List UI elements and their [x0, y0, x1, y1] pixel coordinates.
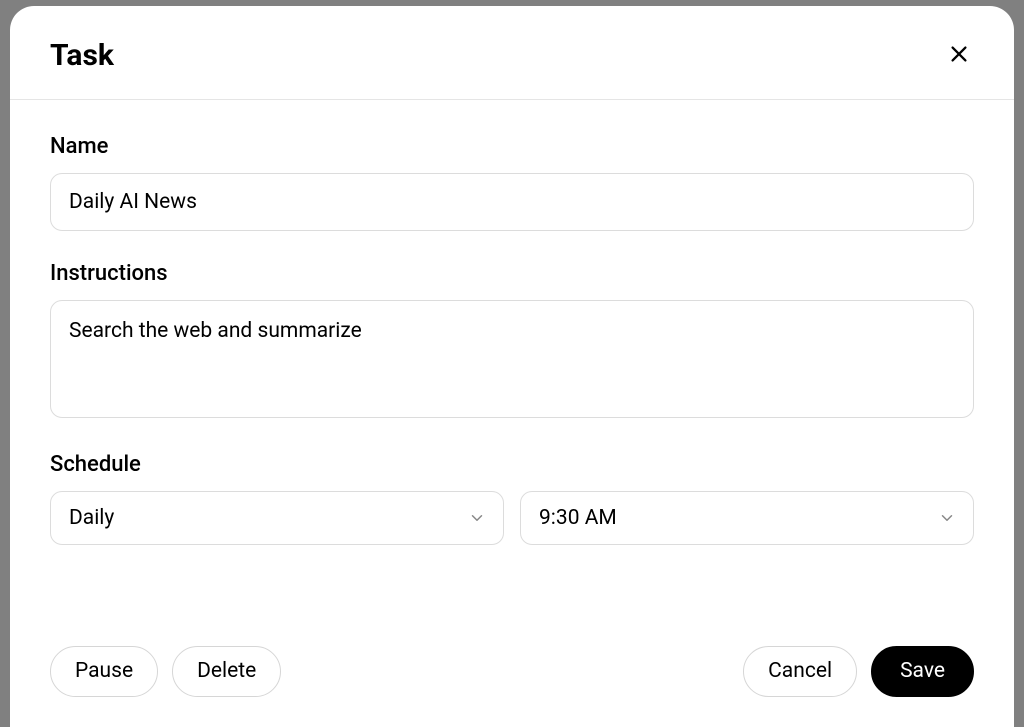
modal-title: Task	[50, 38, 114, 73]
cancel-button[interactable]: Cancel	[743, 646, 857, 697]
instructions-input[interactable]: Search the web and summarize	[50, 300, 974, 418]
name-input[interactable]	[50, 173, 974, 231]
modal-body: Name Instructions Search the web and sum…	[10, 100, 1014, 632]
close-button[interactable]	[944, 39, 974, 72]
instructions-field-group: Instructions Search the web and summariz…	[50, 261, 974, 422]
frequency-select-wrap: Daily	[50, 491, 504, 545]
close-icon	[948, 43, 970, 68]
modal-header: Task	[10, 6, 1014, 100]
name-field-group: Name	[50, 134, 974, 231]
footer-right-actions: Cancel Save	[743, 646, 974, 697]
time-select[interactable]: 9:30 AM	[520, 491, 974, 545]
schedule-label: Schedule	[50, 452, 974, 477]
footer-left-actions: Pause Delete	[50, 646, 281, 697]
save-button[interactable]: Save	[871, 646, 974, 697]
task-modal: Task Name Instructions Search the web an…	[10, 6, 1014, 727]
schedule-field-group: Schedule Daily 9:30 AM	[50, 452, 974, 545]
name-label: Name	[50, 134, 974, 159]
time-select-wrap: 9:30 AM	[520, 491, 974, 545]
delete-button[interactable]: Delete	[172, 646, 281, 697]
instructions-label: Instructions	[50, 261, 974, 286]
pause-button[interactable]: Pause	[50, 646, 158, 697]
frequency-select[interactable]: Daily	[50, 491, 504, 545]
modal-footer: Pause Delete Cancel Save	[10, 632, 1014, 727]
schedule-row: Daily 9:30 AM	[50, 491, 974, 545]
